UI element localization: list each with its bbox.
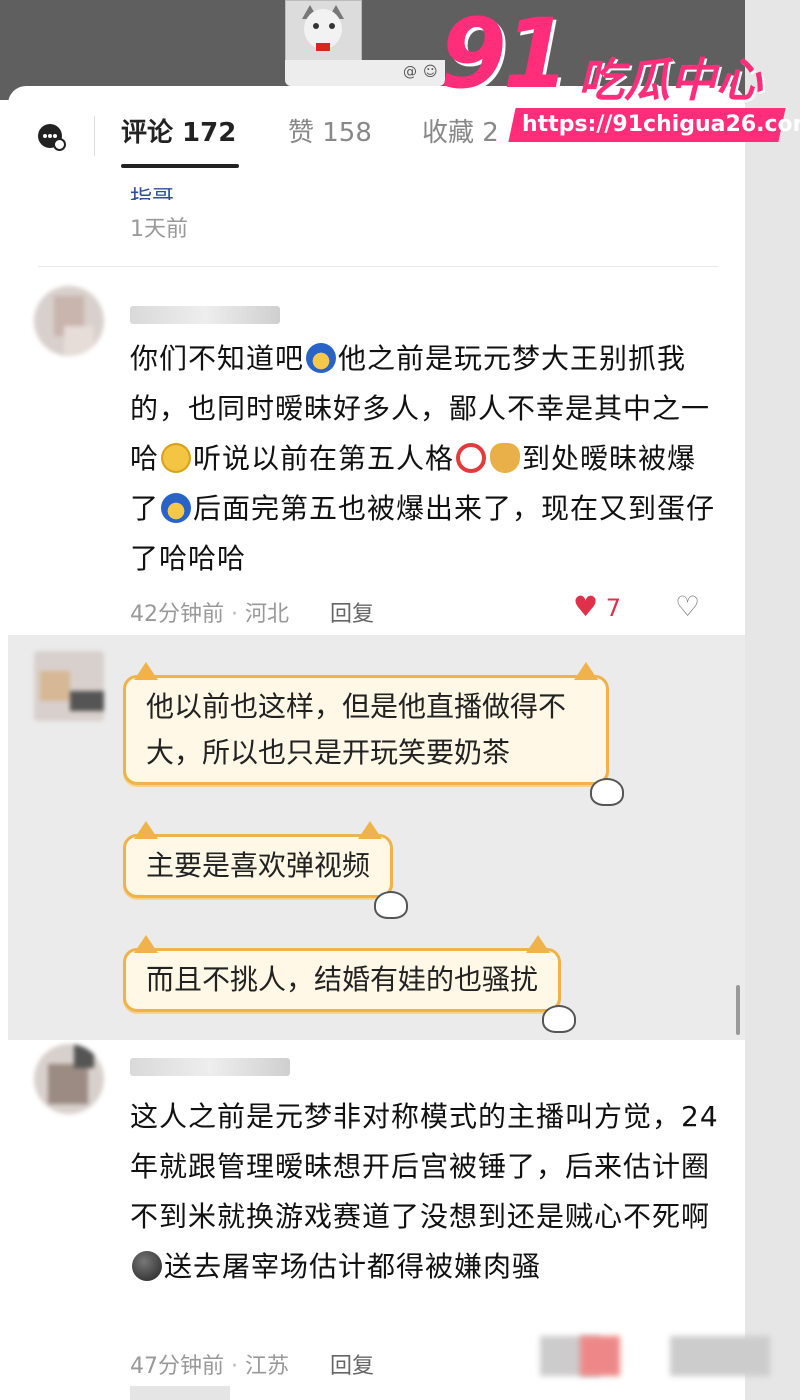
emoji-icon: [161, 493, 192, 523]
comment-time: 42分钟前: [130, 602, 224, 627]
like-button[interactable]: ♥ 7: [573, 590, 621, 623]
emoji-icon[interactable]: ☺: [423, 64, 438, 80]
tab-divider: [94, 116, 95, 156]
comment-separator: [38, 266, 718, 267]
avatar[interactable]: [34, 651, 104, 721]
truncated-next-item: [130, 1386, 230, 1400]
comment-text: 这人之前是元梦非对称模式的主播叫方觉，24年就跟管理暧昧想开后宫被锤了，后来估计…: [130, 1100, 719, 1283]
video-thumbnail[interactable]: [285, 0, 362, 62]
watermark-logo-number: 91: [440, 0, 570, 110]
username-blurred[interactable]: [130, 306, 280, 324]
comment-meta: 42分钟前 · 河北 回复: [130, 602, 375, 627]
reply-bubble: 而且不挑人，结婚有娃的也骚扰: [123, 935, 577, 1033]
watermark: 91 吃瓜中心 https://91chigua26.com: [440, 0, 800, 148]
video-input-bar[interactable]: @ ☺: [285, 60, 445, 86]
at-icon[interactable]: @: [403, 64, 417, 80]
comment-location: 河北: [245, 602, 290, 627]
cat-sticker-icon: [542, 1005, 577, 1033]
reply-button[interactable]: 回复: [330, 602, 374, 627]
reply-text: 而且不挑人，结婚有娃的也骚扰: [146, 963, 539, 996]
laugh-cry-emoji-icon: [161, 443, 192, 473]
watermark-url: https://91chigua26.com: [508, 108, 800, 142]
red-circle-emoji-icon: [456, 443, 487, 473]
comment-location: 江苏: [245, 1354, 290, 1379]
comment-meta: 47分钟前 · 江苏 回复: [130, 1354, 375, 1379]
reply-thread: 他以前也这样，但是他直播做得不大，所以也只是开玩笑要奶茶 主要是喜欢弹视频 而且…: [8, 635, 745, 1040]
reply-button[interactable]: 回复: [330, 1354, 374, 1379]
username-blurred[interactable]: [130, 1058, 290, 1076]
comment-time: 47分钟前: [130, 1354, 224, 1379]
avatar[interactable]: [34, 1044, 104, 1114]
comment-settings-icon[interactable]: [38, 124, 66, 151]
watermark-brand-text: 吃瓜中心: [578, 53, 762, 107]
right-edge-strip: [745, 0, 800, 1400]
heart-icon: ♥: [573, 590, 599, 623]
cat-sticker-icon: [590, 778, 624, 806]
tab-likes[interactable]: 赞 158: [288, 112, 372, 149]
broken-heart-icon[interactable]: ♡: [675, 590, 700, 623]
reply-text: 他以前也这样，但是他直播做得不大，所以也只是开玩笑要奶茶: [146, 690, 567, 769]
avatar[interactable]: [34, 286, 104, 356]
blurred-control: [670, 1336, 770, 1376]
cat-sticker-icon: [374, 891, 409, 919]
reply-text: 主要是喜欢弹视频: [146, 849, 371, 882]
money-bag-emoji-icon: [490, 443, 521, 473]
reply-bubble: 他以前也这样，但是他直播做得不大，所以也只是开玩笑要奶茶: [123, 662, 624, 806]
blurred-control: [580, 1336, 620, 1376]
emoji-icon: [306, 343, 337, 373]
scrollbar[interactable]: [736, 985, 740, 1035]
reply-bubble: 主要是喜欢弹视频: [123, 821, 409, 919]
tab-comments[interactable]: 评论 172: [121, 112, 236, 149]
like-count: 7: [605, 594, 622, 622]
previous-comment-text: 指哥: [130, 187, 175, 200]
tab-active-indicator: [121, 164, 239, 168]
previous-comment-time: 1天前: [130, 217, 188, 242]
dark-face-emoji-icon: [132, 1251, 162, 1281]
comment-text: 你们不知道吧 他之前是玩元梦大王别抓我的，也同时暧昧好多人，鄙人不幸是其中之一哈听…: [130, 342, 716, 575]
comments-panel: 评论 172 赞 158 收藏 2 指哥 1天前 你们不知道吧 他之前是玩元梦大王…: [8, 86, 745, 1400]
